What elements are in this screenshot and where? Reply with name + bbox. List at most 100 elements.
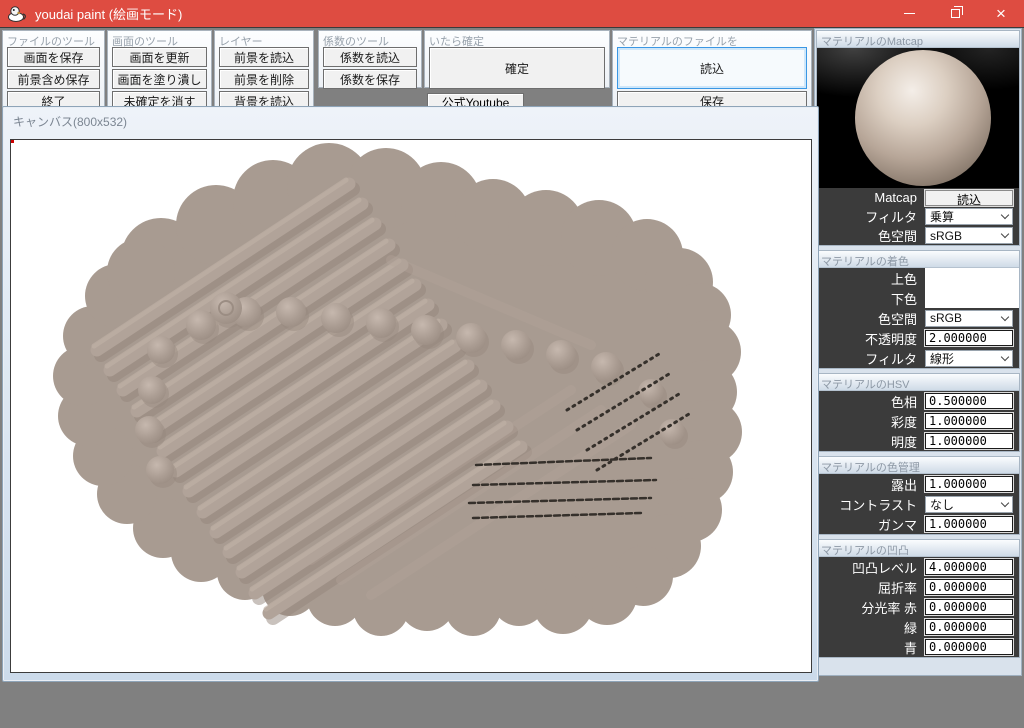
chevron-down-icon (1000, 229, 1010, 239)
fill-screen-button[interactable]: 画面を塗り潰し (112, 69, 207, 89)
matcap-filter-row: フィルタ 乗算 (817, 207, 1019, 226)
matcap-preview (817, 48, 1019, 188)
load-foreground-button[interactable]: 前景を読込 (219, 47, 309, 67)
restore-button[interactable] (932, 0, 978, 28)
matcap-label: Matcap (874, 190, 917, 205)
chevron-down-icon (1000, 210, 1010, 220)
minimize-icon (903, 13, 915, 14)
painting (53, 143, 742, 636)
matcap-load-button[interactable]: 読込 (925, 189, 1013, 207)
coloring-filter-dropdown[interactable]: 線形 (925, 349, 1013, 367)
chevron-down-icon (1000, 312, 1010, 321)
section-matcap-header: マテリアルのMatcap (817, 31, 1019, 48)
section-color-management: マテリアルの色管理 露出 コントラスト なし ガンマ (816, 456, 1020, 535)
toolgroup-coefficients-label: 係数のツール (323, 36, 389, 47)
app-icon (8, 5, 26, 22)
saturation-input[interactable] (925, 413, 1013, 429)
value-label: 明度 (890, 434, 917, 450)
section-hsv: マテリアルのHSV 色相 彩度 明度 (816, 373, 1020, 452)
saturation-label: 彩度 (890, 414, 917, 430)
canvas-window: キャンバス(800x532) (2, 106, 819, 682)
bottom-color-swatch[interactable] (925, 288, 1019, 308)
close-button[interactable]: × (978, 0, 1024, 28)
canvas-window-title: キャンバス(800x532) (13, 115, 128, 129)
section-bump-header: マテリアルの凹凸 (817, 540, 1019, 557)
minimize-button[interactable] (886, 0, 932, 28)
restore-icon (950, 6, 963, 18)
toolgroup-material-file-label: マテリアルのファイルを (617, 36, 738, 47)
material-load-button[interactable]: 読込 (617, 47, 807, 89)
toolgroup-screen: 画面のツール 画面を更新 画面を塗り潰し 未確定を消す (107, 30, 212, 111)
section-bump: マテリアルの凹凸 凹凸レベル 屈折率 分光率 赤 緑 青 (816, 539, 1020, 658)
toolgroup-layer-label: レイヤー (219, 36, 263, 47)
coloring-colorspace-dropdown[interactable]: sRGB (925, 309, 1013, 327)
value-row: 明度 (817, 431, 1019, 451)
value-input[interactable] (925, 433, 1013, 449)
refresh-screen-button[interactable]: 画面を更新 (112, 47, 207, 67)
spectral-green-input[interactable] (925, 619, 1013, 635)
spectral-red-row: 分光率 赤 (817, 597, 1019, 617)
chevron-down-icon (1000, 498, 1010, 507)
coloring-filter-label: フィルタ (865, 351, 917, 367)
matcap-colorspace-label: 色空間 (877, 229, 917, 244)
spectral-blue-input[interactable] (925, 639, 1013, 655)
bump-level-label: 凹凸レベル (851, 560, 917, 576)
section-coloring: マテリアルの着色 上色 下色 色空間 sRGB 不透明度 フィルタ (816, 250, 1020, 369)
bottom-color-row: 下色 (817, 288, 1019, 308)
matcap-sphere-icon (855, 50, 991, 186)
gamma-row: ガンマ (817, 514, 1019, 534)
titlebar[interactable]: youdai paint (絵画モード) × (0, 0, 1024, 28)
gamma-input[interactable] (925, 516, 1013, 532)
contrast-dropdown[interactable]: なし (925, 495, 1013, 513)
opacity-label: 不透明度 (864, 331, 917, 347)
chevron-down-icon (1000, 352, 1010, 361)
exposure-input[interactable] (925, 476, 1013, 492)
spectral-blue-row: 青 (817, 637, 1019, 657)
section-matcap: マテリアルのMatcap Matcap 読込 フィルタ 乗算 色空間 sRGB (816, 30, 1020, 246)
saturation-row: 彩度 (817, 411, 1019, 431)
paint-canvas[interactable] (10, 139, 812, 673)
spectral-red-label: 分光率 赤 (861, 600, 917, 616)
contrast-row: コントラスト なし (817, 494, 1019, 514)
save-screen-button[interactable]: 画面を保存 (7, 47, 100, 67)
top-color-row: 上色 (817, 268, 1019, 288)
gamma-label: ガンマ (877, 517, 917, 533)
matcap-colorspace-dropdown[interactable]: sRGB (925, 227, 1013, 244)
toolgroup-confirm: いたら確定 確定 (424, 30, 610, 89)
hue-label: 色相 (890, 394, 917, 410)
top-color-label: 上色 (890, 271, 917, 287)
toolgroup-confirm-label: いたら確定 (429, 36, 484, 47)
toolgroup-screen-label: 画面のツール (112, 36, 178, 47)
hue-row: 色相 (817, 391, 1019, 411)
hue-input[interactable] (925, 393, 1013, 409)
matcap-row: Matcap 読込 (817, 188, 1019, 207)
app-workspace: ファイルのツール 画面を保存 前景含め保存 終了 画面のツール 画面を更新 画面… (0, 28, 1024, 728)
contrast-label: コントラスト (839, 497, 917, 513)
matcap-filter-label: フィルタ (865, 210, 917, 225)
section-coloring-header: マテリアルの着色 (817, 251, 1019, 268)
bump-level-input[interactable] (925, 559, 1013, 575)
window-controls: × (886, 0, 1024, 28)
toolgroup-file: ファイルのツール 画面を保存 前景含め保存 終了 (2, 30, 105, 111)
spectral-green-label: 緑 (903, 620, 917, 636)
material-panel: マテリアルのMatcap Matcap 読込 フィルタ 乗算 色空間 sRGB … (814, 28, 1022, 676)
opacity-input[interactable] (925, 330, 1013, 346)
close-icon: × (996, 4, 1006, 23)
bump-level-row: 凹凸レベル (817, 557, 1019, 577)
coloring-filter-row: フィルタ 線形 (817, 348, 1019, 368)
toolgroup-layer: レイヤー 前景を読込 前景を削除 背景を読込 (214, 30, 314, 111)
section-color-management-header: マテリアルの色管理 (817, 457, 1019, 474)
bottom-color-label: 下色 (890, 291, 917, 307)
exposure-label: 露出 (890, 477, 917, 493)
refraction-input[interactable] (925, 579, 1013, 595)
toolgroup-coefficients: 係数のツール 係数を読込 係数を保存 (318, 30, 422, 89)
spectral-red-input[interactable] (925, 599, 1013, 615)
load-coefficients-button[interactable]: 係数を読込 (323, 47, 417, 67)
confirm-button[interactable]: 確定 (429, 47, 605, 89)
save-coefficients-button[interactable]: 係数を保存 (323, 69, 417, 89)
delete-foreground-button[interactable]: 前景を削除 (219, 69, 309, 89)
matcap-filter-dropdown[interactable]: 乗算 (925, 208, 1013, 225)
section-hsv-header: マテリアルのHSV (817, 374, 1019, 391)
save-with-foreground-button[interactable]: 前景含め保存 (7, 69, 100, 89)
top-color-swatch[interactable] (925, 268, 1019, 288)
